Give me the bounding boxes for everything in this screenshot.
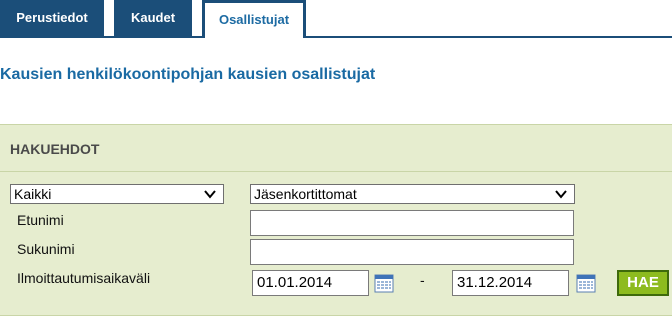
calendar-icon[interactable] xyxy=(576,273,596,293)
date-separator: - xyxy=(420,272,425,288)
date-from-input[interactable]: 01.01.2014 xyxy=(252,270,369,296)
firstname-input[interactable] xyxy=(250,210,574,236)
firstname-label: Etunimi xyxy=(17,212,64,228)
tab-kaudet[interactable]: Kaudet xyxy=(114,0,192,36)
page-title: Kausien henkilökoontipohjan kausien osal… xyxy=(0,66,376,83)
chevron-down-icon xyxy=(204,190,216,199)
status-select-value: Kaikki xyxy=(14,186,52,202)
lastname-input[interactable] xyxy=(250,239,574,265)
tab-perustiedot[interactable]: Perustiedot xyxy=(0,0,104,36)
membership-select[interactable]: Jäsenkortittomat xyxy=(250,184,575,204)
lastname-label: Sukunimi xyxy=(17,241,75,257)
tab-osallistujat[interactable]: Osallistujat xyxy=(202,0,306,38)
search-panel-title: HAKUEHDOT xyxy=(10,141,100,157)
tab-bar-baseline xyxy=(0,36,672,38)
calendar-icon[interactable] xyxy=(374,273,394,293)
tab-bar: Perustiedot Kaudet Osallistujat xyxy=(0,0,672,38)
status-select[interactable]: Kaikki xyxy=(10,184,224,204)
search-button[interactable]: HAE xyxy=(617,270,669,296)
search-panel-header: HAKUEHDOT xyxy=(0,125,672,172)
membership-select-value: Jäsenkortittomat xyxy=(254,186,357,202)
period-label: Ilmoittautumisaikaväli xyxy=(17,270,151,286)
chevron-down-icon xyxy=(555,190,567,199)
date-to-input[interactable]: 31.12.2014 xyxy=(452,270,569,296)
